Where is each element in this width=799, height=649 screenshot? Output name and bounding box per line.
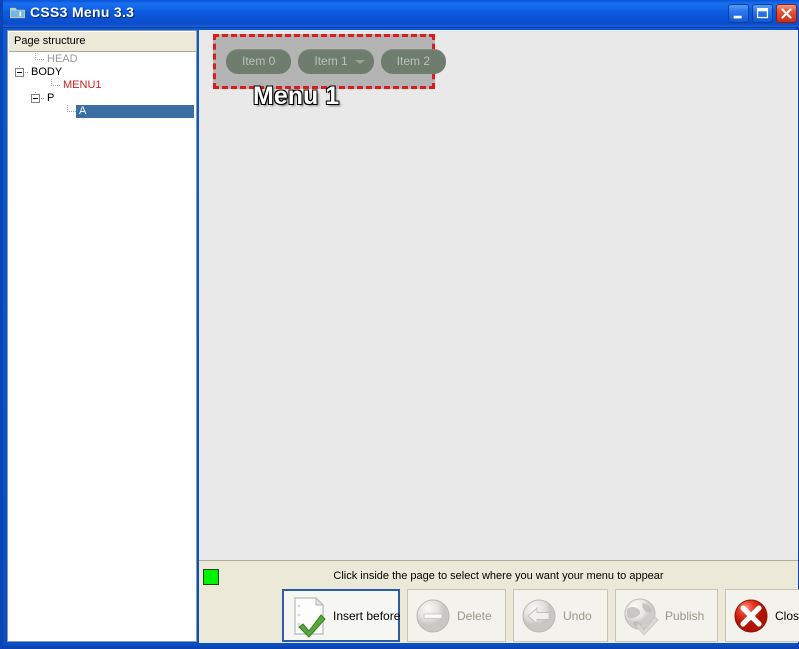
action-toolbar: Insert before Delete Undo Publish Close: [282, 589, 799, 642]
tree-node-a[interactable]: A: [9, 105, 197, 118]
insert-before-button[interactable]: Insert before: [282, 589, 400, 642]
title-bar[interactable]: CSS3 Menu 3.3: [3, 0, 799, 28]
close-window-button[interactable]: [776, 4, 797, 23]
menu-item-0[interactable]: Item 0: [226, 49, 292, 74]
tree-connector-vertical: [35, 53, 36, 60]
folder-icon: [10, 7, 25, 19]
menu-item-label: Item 1: [314, 54, 348, 68]
toolbar-button-label: Undo: [563, 608, 592, 623]
tree-node-label: HEAD: [47, 53, 78, 65]
tree-connector-vertical: [67, 105, 68, 112]
red-x-icon: [729, 594, 773, 638]
page-structure-tree[interactable]: HEAD BODY MENU1 P A: [9, 53, 197, 641]
menu-preview-bar[interactable]: Item 0 Item 1 Item 2: [218, 39, 447, 84]
minimize-button[interactable]: [728, 4, 749, 23]
tree-node-menu1[interactable]: MENU1: [9, 79, 197, 92]
undo-button: Undo: [513, 589, 608, 642]
page-check-icon: [287, 594, 331, 638]
toolbar-button-label: Publish: [665, 608, 705, 623]
tree-connector: [35, 59, 45, 60]
window-title: CSS3 Menu 3.3: [30, 4, 135, 20]
chevron-down-icon: [354, 60, 365, 64]
tree-node-label: BODY: [31, 66, 63, 78]
app-window: CSS3 Menu 3.3 Page structure HEAD BODY MEN…: [0, 0, 799, 649]
globe-check-icon: [619, 594, 663, 638]
menu-item-2[interactable]: Item 2: [380, 49, 447, 74]
tree-node-label: A: [79, 105, 87, 117]
tree-connector: [51, 85, 61, 86]
arrow-left-icon: [517, 594, 561, 638]
menu-item-label: Item 0: [242, 54, 276, 68]
tree-selection-highlight[interactable]: A: [76, 105, 194, 118]
toolbar-button-label: Delete: [457, 608, 492, 623]
toolbar-button-label: Close: [775, 608, 799, 623]
toolbar-button-label: Insert before: [333, 608, 401, 623]
bottom-panel: Click inside the page to select where yo…: [199, 560, 799, 643]
status-message: Click inside the page to select where yo…: [333, 570, 664, 582]
tree-expander-icon[interactable]: [15, 68, 24, 77]
tree-expander-icon[interactable]: [31, 94, 40, 103]
minus-circle-icon: [411, 594, 455, 638]
tree-connector-vertical: [51, 79, 52, 86]
tree-node-body[interactable]: BODY: [9, 66, 197, 79]
publish-button: Publish: [615, 589, 718, 642]
page-structure-panel: Page structure HEAD BODY MENU1 P A: [7, 30, 197, 642]
maximize-button[interactable]: [752, 4, 773, 23]
tree-node-p[interactable]: P: [9, 92, 197, 105]
delete-button: Delete: [407, 589, 506, 642]
page-preview-area[interactable]: Item 0 Item 1 Item 2 Menu 1: [199, 30, 798, 560]
close-button[interactable]: Close: [725, 589, 799, 642]
tree-node-label: MENU1: [63, 79, 102, 91]
menu-item-1[interactable]: Item 1: [298, 49, 374, 74]
tree-node-label: P: [47, 92, 55, 104]
menu-item-label: Item 2: [396, 54, 431, 68]
tree-header-label: Page structure: [9, 32, 197, 52]
tree-node-head[interactable]: HEAD: [9, 53, 197, 66]
